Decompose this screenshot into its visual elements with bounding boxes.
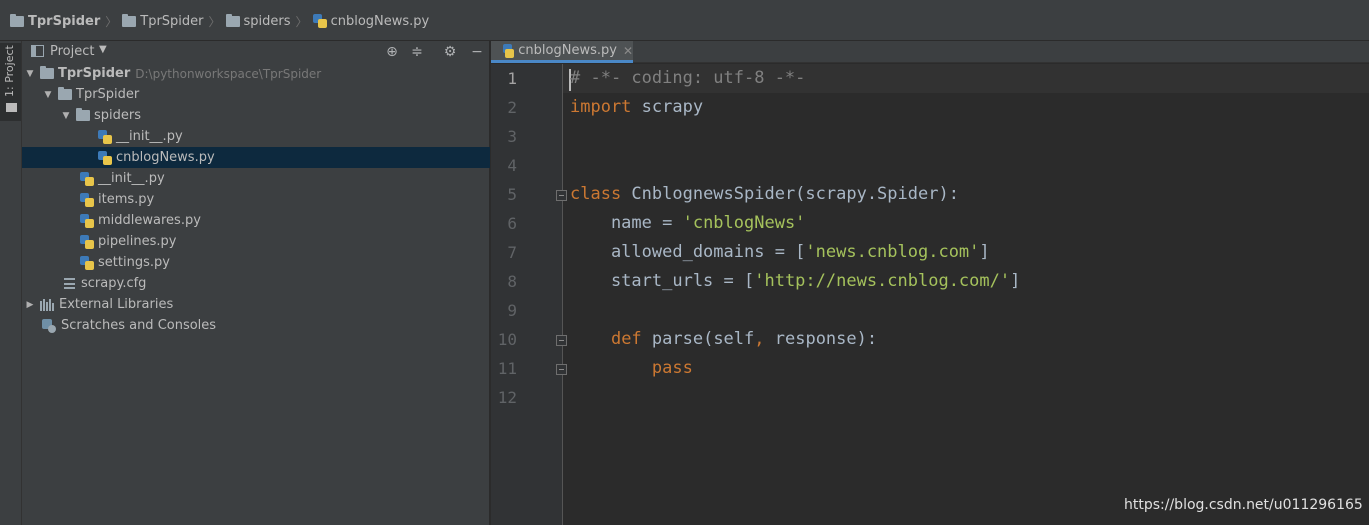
expand-arrow-icon[interactable]: ▼ (60, 111, 72, 121)
line-number: 12 (497, 388, 517, 407)
tree-item-scrapy-cfg[interactable]: scrapy.cfg (22, 273, 490, 294)
fold-marker-icon[interactable] (556, 335, 567, 346)
python-file-icon (80, 192, 94, 207)
line-number: 6 (507, 214, 517, 233)
fold-marker-icon[interactable] (556, 364, 567, 375)
project-panel-header: Project ▼ ⊕ ≑ ⚙ − (22, 41, 490, 63)
code-comment: # -*- coding: utf-8 -*- (570, 68, 806, 88)
tree-item-items[interactable]: items.py (22, 189, 490, 210)
code-line-2[interactable]: import scrapy (570, 97, 703, 117)
project-panel: Project ▼ ⊕ ≑ ⚙ − ▼ TprSpider D:\pythonw… (22, 41, 490, 525)
tree-item-external-libraries[interactable]: ▶ External Libraries (22, 294, 490, 315)
code-line-5[interactable]: class CnblognewsSpider(scrapy.Spider): (570, 184, 959, 204)
code-line-10[interactable]: def parse(self, response): (570, 329, 877, 349)
code-line-8[interactable]: start_urls = ['http://news.cnblog.com/'] (570, 271, 1020, 291)
library-icon (40, 298, 54, 311)
tree-item-cnblognews[interactable]: cnblogNews.py (22, 147, 490, 168)
folder-icon (58, 87, 72, 100)
python-file-icon (80, 234, 94, 249)
line-number: 1 (507, 69, 517, 88)
breadcrumb-item-file[interactable]: cnblogNews.py (312, 14, 429, 29)
minimize-icon[interactable]: − (468, 43, 486, 61)
line-number: 10 (497, 330, 517, 349)
tab-cnblognews[interactable]: cnblogNews.py ✕ (491, 41, 633, 63)
line-number: 9 (507, 301, 517, 320)
chevron-right-icon: 〉 (295, 14, 308, 29)
python-file-icon (98, 150, 112, 165)
project-tool-window-button[interactable]: 1: Project (0, 43, 21, 121)
python-file-icon (80, 171, 94, 186)
close-icon[interactable]: ✕ (623, 44, 633, 58)
folder-icon (122, 13, 137, 27)
project-view-icon (31, 45, 44, 57)
editor-tab-bar: cnblogNews.py ✕ (491, 41, 1369, 63)
code-editor: cnblogNews.py ✕ 1 2 3 4 5 6 7 8 9 10 11 … (491, 41, 1369, 525)
tree-item-settings[interactable]: settings.py (22, 252, 490, 273)
line-number: 4 (507, 156, 517, 175)
tree-item-middlewares[interactable]: middlewares.py (22, 210, 490, 231)
tree-item-spiders[interactable]: ▼ spiders (22, 105, 490, 126)
code-line-6[interactable]: name = 'cnblogNews' (570, 213, 805, 233)
code-line-1[interactable]: # -*- coding: utf-8 -*- (570, 68, 805, 88)
folder-icon (40, 66, 54, 79)
tree-item-spiders-init[interactable]: __init__.py (22, 126, 490, 147)
line-number: 11 (497, 359, 517, 378)
line-number: 8 (507, 272, 517, 291)
code-line-11[interactable]: pass (570, 358, 693, 378)
python-file-icon (98, 129, 112, 144)
breadcrumb-item-project[interactable]: TprSpider (10, 13, 100, 29)
python-file-icon (503, 43, 515, 58)
tree-item-pipelines[interactable]: pipelines.py (22, 231, 490, 252)
config-file-icon (64, 278, 75, 289)
tree-item-package[interactable]: ▼ TprSpider (22, 84, 490, 105)
locate-file-icon[interactable]: ⊕ (383, 43, 401, 61)
project-tool-window-label: 1: Project (3, 45, 16, 97)
breadcrumb: TprSpider 〉 TprSpider 〉 spiders 〉 cnblog… (10, 12, 429, 30)
tree-item-package-init[interactable]: __init__.py (22, 168, 490, 189)
line-number: 7 (507, 243, 517, 262)
python-file-icon (80, 255, 94, 270)
line-number: 3 (507, 127, 517, 146)
tool-window-strip: 1: Project (0, 41, 22, 525)
python-file-icon (312, 14, 327, 28)
expand-arrow-icon[interactable]: ▼ (42, 90, 54, 100)
fold-marker-icon[interactable] (556, 190, 567, 201)
navigation-bar: TprSpider 〉 TprSpider 〉 spiders 〉 cnblog… (0, 0, 1369, 41)
project-view-selector[interactable]: Project (50, 44, 94, 59)
code-line-7[interactable]: allowed_domains = ['news.cnblog.com'] (570, 242, 990, 262)
folder-icon (10, 13, 24, 27)
folder-icon (225, 13, 240, 27)
watermark: https://blog.csdn.net/u011296165 (1124, 497, 1363, 513)
collapse-all-icon[interactable]: ≑ (408, 43, 426, 61)
line-number: 2 (507, 98, 517, 117)
chevron-right-icon: 〉 (105, 14, 118, 29)
chevron-right-icon: 〉 (208, 14, 221, 29)
chevron-down-icon[interactable]: ▼ (99, 44, 107, 55)
scratches-icon (42, 318, 56, 333)
breadcrumb-item-spiders[interactable]: spiders (225, 13, 291, 29)
line-number: 5 (507, 185, 517, 204)
folder-icon (76, 108, 90, 121)
tree-item-root-project[interactable]: ▼ TprSpider D:\pythonworkspace\TprSpider (22, 63, 490, 84)
expand-arrow-icon[interactable]: ▼ (24, 69, 36, 79)
python-file-icon (80, 213, 94, 228)
gear-icon[interactable]: ⚙ (441, 43, 459, 61)
folder-icon (6, 103, 17, 112)
breadcrumb-item-package[interactable]: TprSpider (122, 13, 204, 29)
tree-item-scratches[interactable]: Scratches and Consoles (22, 315, 490, 336)
expand-arrow-icon[interactable]: ▶ (24, 300, 36, 310)
project-path: D:\pythonworkspace\TprSpider (135, 66, 322, 81)
